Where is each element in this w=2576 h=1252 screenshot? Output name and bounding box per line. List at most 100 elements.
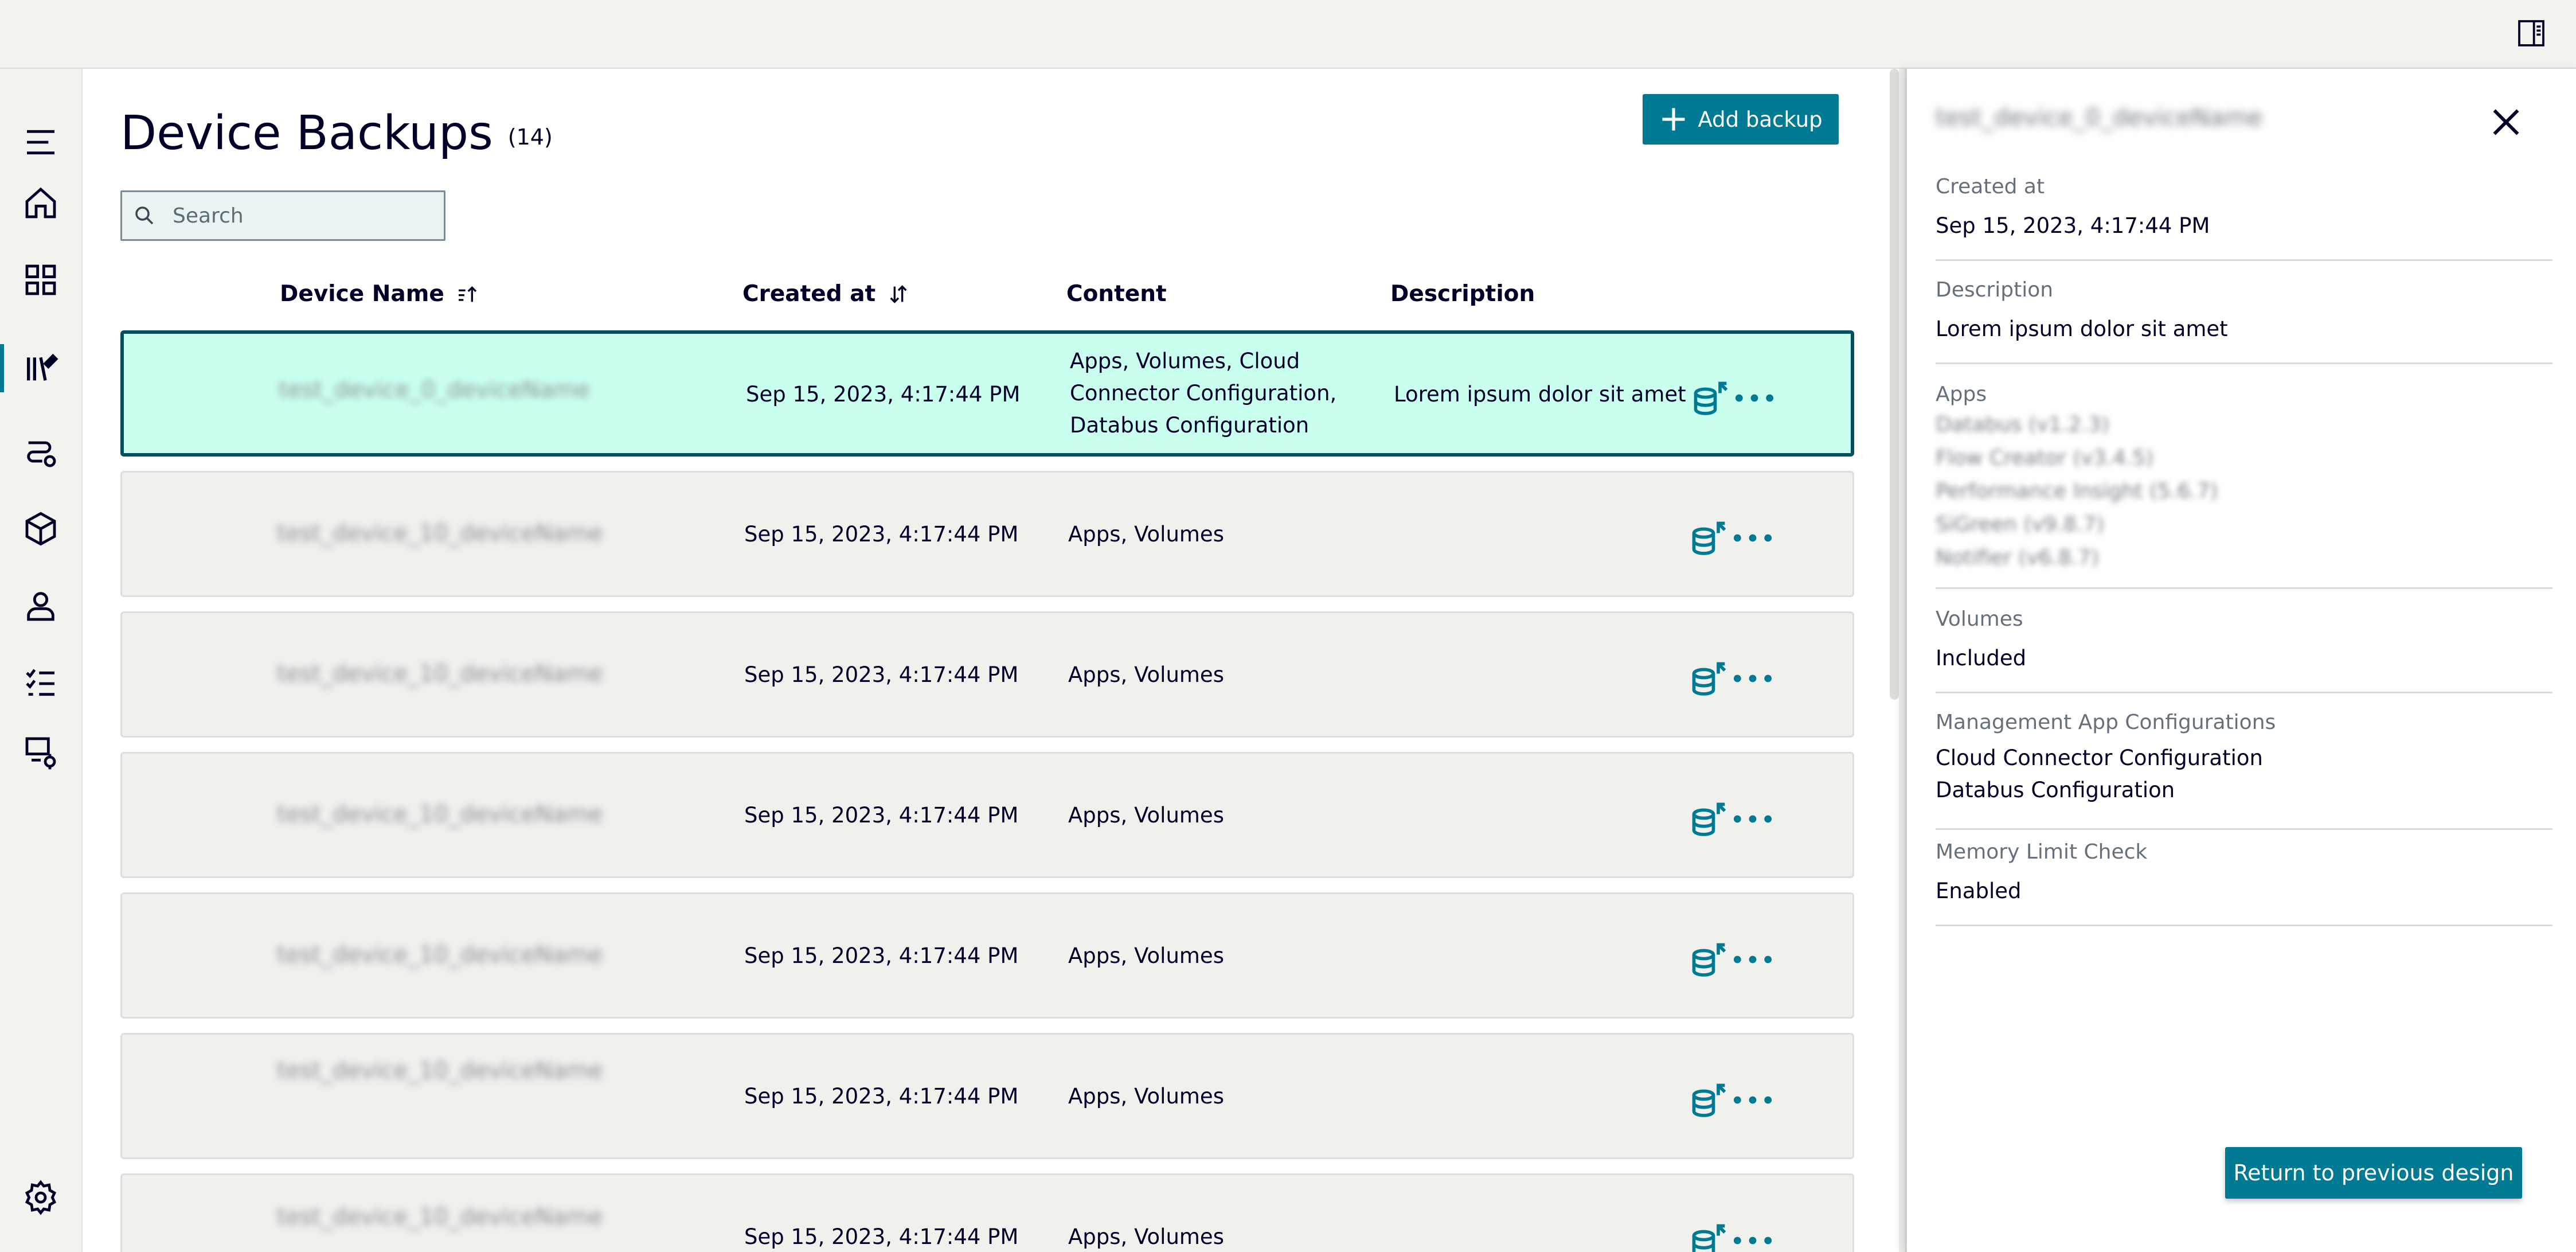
column-label: Created at [742,281,876,307]
content: Apps, Volumes, Cloud Connector Configura… [1070,349,1337,438]
add-backup-label: Add backup [1698,107,1823,132]
detail-value: Cloud Connector Configuration [1936,746,2263,770]
sidebar-item-tasks[interactable] [0,655,81,712]
table-header: Device Name Created at Content Descripti… [120,271,1854,322]
search-icon [135,206,154,225]
close-icon[interactable] [2486,102,2526,142]
table-row[interactable]: test_device_10_deviceName Sep 15, 2023, … [120,471,1854,597]
detail-value: Sep 15, 2023, 4:17:44 PM [1936,213,2210,238]
content: Apps, Volumes [1068,522,1224,547]
sort-ascending-icon [458,286,476,302]
gear-icon [25,1180,57,1215]
detail-management-section: Management App Configurations Cloud Conn… [1936,709,2552,830]
detail-label: Management App Configurations [1936,711,2276,734]
table-row[interactable]: test_device_10_deviceName Sep 15, 2023, … [120,1033,1854,1159]
detail-label: Description [1936,278,2054,302]
search-input[interactable] [171,203,426,228]
sidebar-item-menu[interactable] [0,114,81,171]
detail-value: Databus Configuration [1936,778,2175,802]
app-item: Flow Creator (v3.4.5) [1936,446,2154,470]
detail-label: Volumes [1936,607,2023,631]
top-bar [0,0,2576,69]
column-label: Device Name [280,281,444,307]
column-header-description: Description [1390,281,1535,307]
plus-icon [1662,108,1685,131]
detail-label: Apps [1936,383,1987,406]
return-to-previous-design-button[interactable]: Return to previous design [2225,1147,2522,1199]
content: Apps, Volumes [1068,1224,1224,1249]
detail-apps-section: Apps Databus (v1.2.3) Flow Creator (v3.4… [1936,381,2552,589]
sort-icon [890,284,907,303]
restore-backup-icon[interactable] [1689,1081,1728,1120]
page-title-text: Device Backups [120,106,493,161]
sidebar-item-users[interactable] [0,577,81,634]
more-options-icon[interactable] [1730,1221,1776,1252]
side-panel-icon[interactable] [2514,17,2548,49]
device-name: test_device_10_deviceName [277,1058,603,1084]
scrollbar[interactable] [1890,69,1899,700]
table-row[interactable]: test_device_10_deviceName Sep 15, 2023, … [120,1173,1854,1252]
device-name: test_device_0_deviceName [279,377,591,403]
detail-volumes-section: Volumes Included [1936,606,2552,693]
restore-backup-icon[interactable] [1691,379,1730,418]
created-at: Sep 15, 2023, 4:17:44 PM [746,382,1021,407]
description: Lorem ipsum dolor sit amet [1394,382,1686,407]
table-row[interactable]: test_device_10_deviceName Sep 15, 2023, … [120,611,1854,738]
sidebar [0,69,83,1252]
backup-count: (14) [507,124,553,150]
sidebar-item-backups[interactable] [0,340,81,397]
detail-value: Enabled [1936,879,2022,903]
app-item: SiGreen (v9.8.7) [1936,513,2105,536]
sidebar-item-home[interactable] [0,174,81,232]
more-options-icon[interactable] [1731,379,1777,418]
column-label: Content [1066,281,1167,307]
sidebar-item-apps[interactable] [0,500,81,557]
detail-value: Included [1936,646,2027,670]
cube-icon [25,512,56,546]
restore-backup-icon[interactable] [1689,940,1728,979]
more-options-icon[interactable] [1730,518,1776,557]
table-row[interactable]: test_device_10_deviceName Sep 15, 2023, … [120,892,1854,1019]
table-row[interactable]: test_device_0_deviceName Sep 15, 2023, 4… [120,330,1854,457]
device-settings-icon [25,737,56,770]
app-item: Notifier (v6.8.7) [1936,546,2100,570]
content: Apps, Volumes [1068,662,1224,687]
device-name: test_device_10_deviceName [277,801,603,828]
detail-panel: test_device_0_deviceName Created at Sep … [1905,69,2576,1252]
created-at: Sep 15, 2023, 4:17:44 PM [744,943,1019,968]
add-backup-button[interactable]: Add backup [1643,94,1839,145]
restore-backup-icon[interactable] [1689,659,1728,698]
sidebar-item-settings[interactable] [0,1169,81,1226]
detail-memory-section: Memory Limit Check Enabled [1936,838,2552,926]
main-content: Device Backups (14) Add backup Device Nam… [83,69,1899,1252]
column-header-created-at[interactable]: Created at [742,281,910,307]
device-name: test_device_10_deviceName [277,661,603,687]
more-options-icon[interactable] [1730,940,1776,979]
sidebar-item-connections[interactable] [0,423,81,481]
restore-backup-icon[interactable] [1689,1221,1728,1252]
restore-backup-icon[interactable] [1689,518,1728,557]
table-row[interactable]: test_device_10_deviceName Sep 15, 2023, … [120,752,1854,878]
grid-icon [25,264,56,295]
detail-label: Memory Limit Check [1936,840,2148,864]
detail-value: Lorem ipsum dolor sit amet [1936,317,2228,341]
page-title: Device Backups (14) [120,102,553,169]
more-options-icon[interactable] [1730,1081,1776,1120]
created-at: Sep 15, 2023, 4:17:44 PM [744,1084,1019,1109]
hamburger-menu-icon [27,130,54,155]
created-at: Sep 15, 2023, 4:17:44 PM [744,522,1019,547]
more-options-icon[interactable] [1730,659,1776,698]
created-at: Sep 15, 2023, 4:17:44 PM [744,1224,1019,1249]
more-options-icon[interactable] [1730,799,1776,838]
home-icon [25,187,56,219]
app-item: Performance Insight (5.6.7) [1936,479,2218,503]
column-label: Description [1390,281,1535,307]
sidebar-item-devices[interactable] [0,724,81,781]
created-at: Sep 15, 2023, 4:17:44 PM [744,662,1019,687]
detail-description-section: Description Lorem ipsum dolor sit amet [1936,276,2552,364]
created-at: Sep 15, 2023, 4:17:44 PM [744,803,1019,828]
restore-backup-icon[interactable] [1689,799,1728,838]
column-header-device-name[interactable]: Device Name [280,281,479,307]
detail-created-section: Created at Sep 15, 2023, 4:17:44 PM [1936,173,2552,261]
sidebar-item-dashboard[interactable] [0,251,81,309]
